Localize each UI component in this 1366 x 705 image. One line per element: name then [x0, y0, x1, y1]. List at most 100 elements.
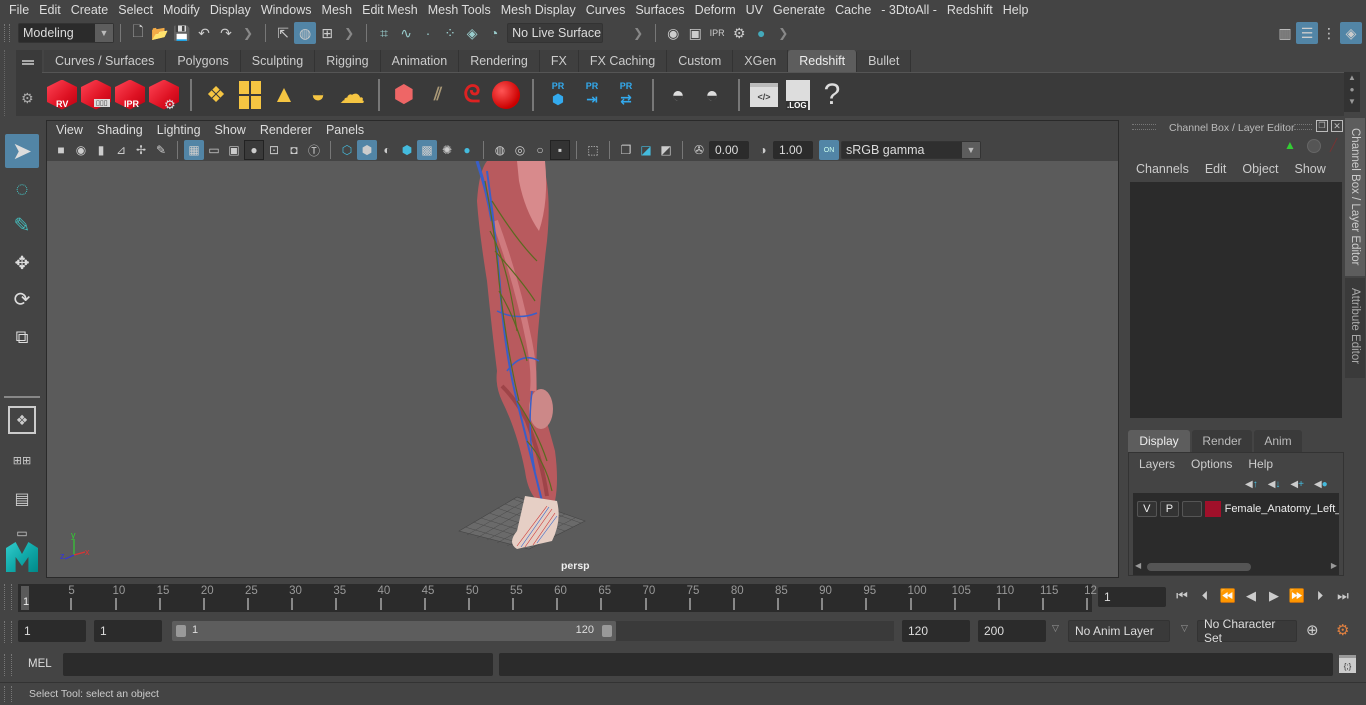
rs-script-button[interactable]: </> [748, 77, 780, 113]
grip-handle[interactable] [4, 24, 10, 42]
safe-title-icon[interactable]: Ⓣ [304, 140, 324, 160]
scroll-right-icon[interactable]: ▶ [1331, 561, 1337, 570]
xray-icon[interactable]: ❐ [616, 140, 636, 160]
script-editor-icon[interactable]: {;} [1339, 655, 1356, 673]
viewport-menu-show[interactable]: Show [208, 123, 253, 137]
shelf-tab-rendering[interactable]: Rendering [459, 50, 540, 72]
menu-object[interactable]: Object [1234, 162, 1286, 176]
collapse-arrow-icon[interactable]: ❯ [243, 26, 253, 40]
tab-display[interactable]: Display [1128, 430, 1190, 452]
menu-file[interactable]: File [4, 3, 34, 17]
step-forward-frame-icon[interactable]: ⏵ [1310, 586, 1330, 606]
viewport-canvas[interactable]: y x z persp [47, 161, 1118, 577]
safe-action-icon[interactable]: ◘ [284, 140, 304, 160]
ipr-render-icon[interactable]: IPR [706, 22, 728, 44]
rs-area-light-button[interactable]: ❖ [200, 77, 232, 113]
grip-handle[interactable] [4, 584, 12, 610]
four-view-layout-icon[interactable]: ⊞⊞ [5, 444, 39, 478]
menu-mesh-display[interactable]: Mesh Display [496, 3, 581, 17]
viewport-menu-lighting[interactable]: Lighting [150, 123, 208, 137]
shelf-tab-rigging[interactable]: Rigging [315, 50, 381, 72]
gamma-icon[interactable]: ◑ [753, 140, 773, 160]
snap-surface-icon[interactable]: ◈ [461, 22, 483, 44]
step-back-frame-icon[interactable]: ⏴ [1195, 586, 1215, 606]
menu-generate[interactable]: Generate [768, 3, 830, 17]
animation-prefs-icon[interactable]: ⚙ [1336, 621, 1349, 639]
menu-display[interactable]: Display [205, 3, 256, 17]
animation-end-field[interactable]: 200 [978, 620, 1046, 642]
camera-icon[interactable]: ■ [51, 140, 71, 160]
go-to-end-icon[interactable]: ⏭ [1333, 586, 1353, 606]
auto-key-icon[interactable]: ⊕ [1306, 621, 1319, 639]
rs-portal-light-button[interactable] [234, 77, 266, 113]
modeling-toolkit-icon[interactable]: ▥ [1274, 22, 1296, 44]
undo-icon[interactable]: ↶ [193, 22, 215, 44]
layer-list-hscrollbar[interactable]: ◀ ▶ [1133, 561, 1339, 573]
menu-redshift[interactable]: Redshift [942, 3, 998, 17]
color-management-toggle[interactable]: ON [819, 140, 839, 160]
render-settings-icon[interactable]: ⚙ [728, 22, 750, 44]
move-layer-down-icon[interactable]: ◀↓ [1268, 479, 1281, 490]
shelf-tab-fx-caching[interactable]: FX Caching [578, 50, 668, 72]
channel-list-area[interactable] [1130, 182, 1342, 418]
lasso-tool-icon[interactable]: ◌ [5, 172, 39, 206]
layer-name[interactable]: Female_Anatomy_Left_ [1225, 503, 1339, 515]
shelf-tab-polygons[interactable]: Polygons [166, 50, 241, 72]
anim-layer-dropdown[interactable]: No Anim Layer [1068, 620, 1170, 642]
range-slider[interactable]: 1 120 [172, 621, 616, 641]
select-object-icon[interactable]: ◍ [294, 22, 317, 44]
side-tab-attribute-editor[interactable]: Attribute Editor [1345, 278, 1365, 378]
hyper-icon[interactable]: ╱ [1330, 138, 1337, 152]
menu-mesh-tools[interactable]: Mesh Tools [423, 3, 496, 17]
menu-modify[interactable]: Modify [158, 3, 205, 17]
playback-end-field[interactable]: 120 [902, 620, 970, 642]
redo-icon[interactable]: ↷ [215, 22, 237, 44]
shelf-tab-redshift[interactable]: Redshift [788, 50, 858, 72]
scroll-left-icon[interactable]: ◀ [1135, 561, 1141, 570]
script-language-toggle[interactable]: MEL [28, 658, 52, 670]
grip-handle[interactable] [4, 654, 12, 676]
menu-options[interactable]: Options [1191, 457, 1232, 471]
scale-tool-icon[interactable]: ⧉ [5, 320, 39, 354]
single-view-layout-icon[interactable]: ❖ [8, 406, 36, 434]
live-surface-field[interactable]: No Live Surface [507, 23, 604, 43]
character-set-dropdown-arrow-icon[interactable]: ▽ [1181, 623, 1188, 634]
select-tool-icon[interactable]: ➤ [5, 134, 39, 168]
default-material-icon[interactable]: ◐ [377, 140, 397, 160]
rs-help-button[interactable]: ? [816, 77, 848, 113]
make-live-icon[interactable]: ◔ [483, 22, 505, 44]
viewport-menu-shading[interactable]: Shading [90, 123, 150, 137]
resolution-gate-icon[interactable]: ▣ [224, 140, 244, 160]
rs-pr-convert-button[interactable]: PR ⇄ [610, 77, 642, 113]
menuset-dropdown[interactable]: Modeling ▼ [18, 23, 114, 43]
panel-grip[interactable] [1132, 124, 1156, 130]
rs-bake-all-button[interactable]: ◓ [696, 77, 728, 113]
step-back-key-icon[interactable]: ⏪ [1218, 586, 1238, 606]
collapse-arrow-icon[interactable]: ❯ [344, 26, 354, 40]
snap-point-icon[interactable]: ∙ [417, 22, 439, 44]
new-empty-layer-icon[interactable]: ◀+ [1290, 479, 1304, 490]
tab-anim[interactable]: Anim [1254, 430, 1302, 452]
select-hierarchy-icon[interactable]: ⇱ [272, 22, 294, 44]
shelf-tab-xgen[interactable]: XGen [733, 50, 789, 72]
render-frame-icon[interactable]: ▣ [684, 22, 706, 44]
motion-blur-icon[interactable]: ◎ [510, 140, 530, 160]
tool-settings-icon[interactable]: ⋮ [1318, 22, 1340, 44]
menu-cache[interactable]: Cache [830, 3, 876, 17]
gate-mask-icon[interactable]: ● [244, 140, 264, 160]
grip-handle[interactable] [4, 686, 12, 702]
isolate-select-icon[interactable]: ⬚ [583, 140, 603, 160]
speed-toggle-icon[interactable] [1307, 139, 1321, 153]
shelf-tab-bullet[interactable]: Bullet [857, 50, 912, 72]
layer-playback-toggle[interactable]: P [1159, 501, 1180, 517]
rs-bake-button[interactable]: ◓ [662, 77, 694, 113]
range-end-handle[interactable] [602, 625, 612, 637]
menu-edit-mesh[interactable]: Edit Mesh [357, 3, 423, 17]
smooth-shade-icon[interactable]: ⬢ [357, 140, 377, 160]
anti-aliasing-icon[interactable]: ○ [530, 140, 550, 160]
menu-help[interactable]: Help [998, 3, 1034, 17]
paint-select-tool-icon[interactable]: ✎ [5, 208, 39, 242]
rs-dome-light-button[interactable]: ◒ [302, 77, 334, 113]
rs-ipr-button[interactable]: IPR [114, 77, 146, 113]
snap-grid-icon[interactable]: ⌗ [373, 22, 395, 44]
